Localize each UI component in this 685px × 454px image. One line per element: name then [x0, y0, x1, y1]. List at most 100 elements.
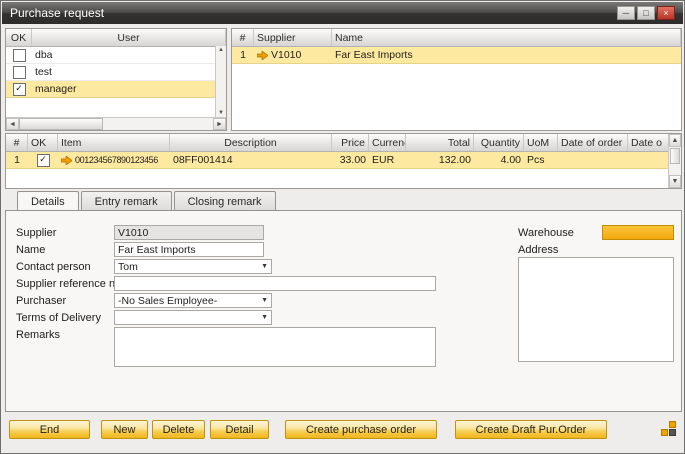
- contact-person-select[interactable]: Tom ▼: [114, 259, 272, 274]
- column-header-number: #: [232, 29, 254, 46]
- column-header-item: Item: [58, 134, 170, 151]
- approvers-grid: OK User dba test ✓ manager ▲ ▼ ◄ ►: [5, 28, 227, 131]
- purchaser-value: -No Sales Employee-: [118, 295, 217, 307]
- titlebar[interactable]: Purchase request ─ □ ×: [2, 2, 683, 24]
- supplier-field[interactable]: [114, 225, 264, 240]
- close-icon: ×: [663, 9, 668, 18]
- items-grid: # OK Item Description Price Currency Tot…: [5, 133, 682, 189]
- link-arrow-icon[interactable]: [257, 51, 268, 60]
- ok-checkbox[interactable]: [13, 49, 26, 62]
- minimize-button[interactable]: ─: [617, 6, 635, 20]
- details-panel: Supplier Name Contact person Tom ▼ Suppl…: [5, 210, 682, 412]
- supplier-reference-label: Supplier reference nu: [16, 278, 121, 290]
- column-header-uom: UoM: [524, 134, 558, 151]
- supplier-code: V1010: [271, 49, 301, 61]
- suppliers-header-row: # Supplier Name: [232, 29, 681, 47]
- chevron-down-icon: ▼: [261, 314, 268, 321]
- item-description: 08FF001414: [173, 154, 233, 166]
- window-controls: ─ □ ×: [617, 6, 675, 20]
- check-icon: ✓: [39, 155, 47, 164]
- approver-row-test[interactable]: test: [6, 64, 226, 81]
- item-row[interactable]: 1 ✓ 001234567890123456 08FF001414 33.00 …: [6, 152, 681, 169]
- grip-square: [661, 429, 668, 436]
- address-textarea[interactable]: [518, 257, 674, 362]
- ok-checkbox[interactable]: ✓: [37, 154, 50, 167]
- chevron-down-icon: ▼: [261, 263, 268, 270]
- create-purchase-order-button[interactable]: Create purchase order: [285, 420, 437, 439]
- scrollbar-thumb[interactable]: [19, 118, 103, 130]
- scrollbar-thumb[interactable]: [670, 148, 680, 164]
- ok-checkbox[interactable]: [13, 66, 26, 79]
- approver-row-dba[interactable]: dba: [6, 47, 226, 64]
- scroll-down-icon[interactable]: ▼: [218, 110, 224, 116]
- contact-person-label: Contact person: [16, 261, 91, 273]
- tab-label: Details: [31, 196, 65, 208]
- new-button[interactable]: New: [101, 420, 148, 439]
- item-price: 33.00: [340, 154, 366, 166]
- purchase-request-window: Purchase request ─ □ × OK User dba test …: [0, 0, 685, 454]
- column-header-date-of-order: Date of order: [558, 134, 628, 151]
- column-header-total: Total: [406, 134, 474, 151]
- column-header-supplier: Supplier: [254, 29, 332, 46]
- name-field[interactable]: [114, 242, 264, 257]
- scroll-up-icon[interactable]: ▲: [218, 47, 224, 53]
- row-number: 1: [14, 154, 20, 166]
- item-total: 132.00: [439, 154, 471, 166]
- column-header-name: Name: [332, 29, 681, 46]
- tab-closing-remark[interactable]: Closing remark: [174, 191, 276, 211]
- purchaser-select[interactable]: -No Sales Employee- ▼: [114, 293, 272, 308]
- item-quantity: 4.00: [501, 154, 521, 166]
- column-header-currency: Currency: [369, 134, 406, 151]
- end-button[interactable]: End: [9, 420, 90, 439]
- detail-button-label: Detail: [225, 424, 253, 436]
- create-draft-purchase-order-button[interactable]: Create Draft Pur.Order: [455, 420, 607, 439]
- grip-square: [669, 421, 676, 428]
- column-header-quantity: Quantity: [474, 134, 524, 151]
- contact-person-value: Tom: [118, 261, 138, 273]
- warehouse-field[interactable]: [602, 225, 674, 240]
- user-name: test: [35, 66, 52, 78]
- approvers-vertical-scrollbar[interactable]: ▲ ▼: [215, 46, 226, 117]
- maximize-button[interactable]: □: [637, 6, 655, 20]
- approvers-header-row: OK User: [6, 29, 226, 47]
- resize-grip-icon[interactable]: [661, 421, 677, 437]
- item-uom: Pcs: [527, 154, 545, 166]
- scroll-left-icon[interactable]: ◄: [6, 118, 19, 130]
- terms-of-delivery-select[interactable]: ▼: [114, 310, 272, 325]
- remarks-label: Remarks: [16, 329, 60, 341]
- chevron-down-icon: ▼: [261, 297, 268, 304]
- remarks-textarea[interactable]: [114, 327, 436, 367]
- scroll-right-icon[interactable]: ►: [213, 118, 226, 130]
- items-vertical-scrollbar[interactable]: ▲ ▼: [668, 134, 681, 188]
- column-header-price: Price: [332, 134, 369, 151]
- grip-square: [669, 429, 676, 436]
- ok-checkbox[interactable]: ✓: [13, 83, 26, 96]
- items-header-row: # OK Item Description Price Currency Tot…: [6, 134, 681, 152]
- name-label: Name: [16, 244, 45, 256]
- scroll-up-icon[interactable]: ▲: [669, 134, 681, 147]
- tab-label: Closing remark: [188, 196, 262, 208]
- tab-label: Entry remark: [95, 196, 158, 208]
- supplier-reference-field[interactable]: [114, 276, 436, 291]
- create-purchase-order-label: Create purchase order: [306, 424, 416, 436]
- item-currency: EUR: [372, 154, 394, 166]
- minimize-icon: ─: [623, 9, 629, 18]
- tab-details[interactable]: Details: [17, 191, 79, 212]
- link-arrow-icon[interactable]: [61, 156, 72, 165]
- tab-entry-remark[interactable]: Entry remark: [81, 191, 172, 211]
- item-code: 001234567890123456: [75, 155, 158, 165]
- column-header-ok: OK: [28, 134, 58, 151]
- suppliers-grid: # Supplier Name 1 V1010 Far East Imports: [231, 28, 682, 131]
- delete-button[interactable]: Delete: [152, 420, 205, 439]
- scroll-down-icon[interactable]: ▼: [669, 175, 681, 188]
- new-button-label: New: [113, 424, 135, 436]
- supplier-row[interactable]: 1 V1010 Far East Imports: [232, 47, 681, 64]
- maximize-icon: □: [643, 9, 648, 18]
- column-header-ok: OK: [6, 29, 32, 46]
- approvers-horizontal-scrollbar[interactable]: ◄ ►: [6, 117, 226, 130]
- detail-button[interactable]: Detail: [210, 420, 269, 439]
- delete-button-label: Delete: [163, 424, 195, 436]
- close-button[interactable]: ×: [657, 6, 675, 20]
- column-header-user: User: [32, 29, 226, 46]
- approver-row-manager[interactable]: ✓ manager: [6, 81, 226, 98]
